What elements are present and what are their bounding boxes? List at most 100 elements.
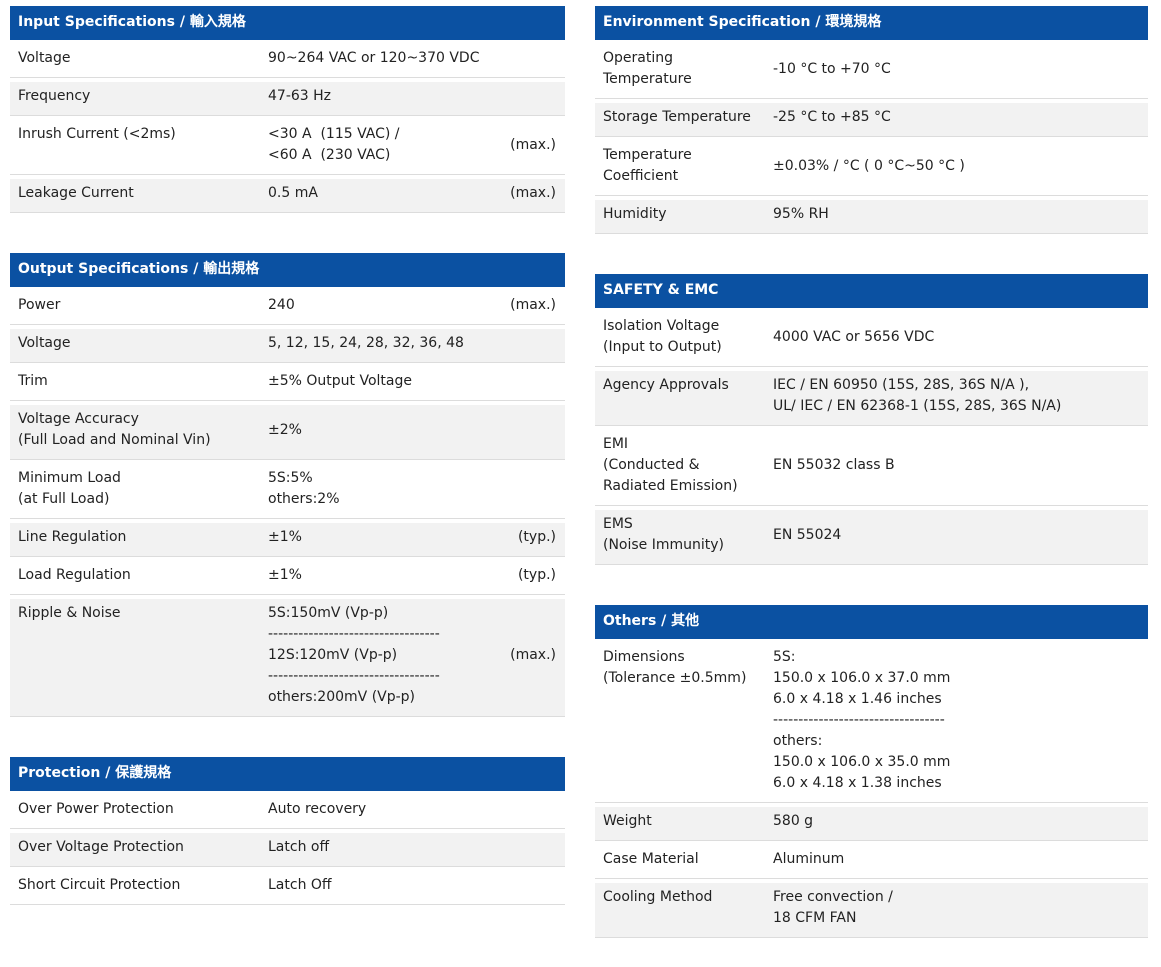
table-row: Voltage5, 12, 15, 24, 28, 32, 36, 48 xyxy=(10,325,565,363)
row-label: Leakage Current xyxy=(10,183,268,204)
table-row: Weight 580 g xyxy=(595,803,1148,841)
row-value: -10 °C to +70 °C xyxy=(773,59,1148,80)
row-value: Free convection /18 CFM FAN xyxy=(773,887,1148,929)
row-label: EMI(Conducted &Radiated Emission) xyxy=(595,434,773,497)
value-line: 580 g xyxy=(773,811,1148,832)
label-line: Case Material xyxy=(603,849,763,870)
value-line: 150.0 x 106.0 x 35.0 mm xyxy=(773,752,1148,773)
value-line: ±1% xyxy=(268,527,505,548)
row-value: Auto recovery xyxy=(268,799,565,820)
table-row: Case Material Aluminum xyxy=(595,841,1148,879)
row-label: Frequency xyxy=(10,86,268,107)
row-label: Ripple & Noise xyxy=(10,603,268,624)
label-line: Temperature xyxy=(603,145,763,166)
separator-dashes: ---------------------------------- xyxy=(268,666,500,687)
table-row: Dimensions(Tolerance ±0.5mm)5S:150.0 x 1… xyxy=(595,639,1148,803)
label-line: EMI xyxy=(603,434,763,455)
table-row: Short Circuit ProtectionLatch Off xyxy=(10,867,565,905)
value-line: 5S:150mV (Vp-p) xyxy=(268,603,500,624)
value-line: IEC / EN 60950 (15S, 28S, 36S N/A ), xyxy=(773,375,1148,396)
spec-sheet-page: Input Specifications / 輸入規格 Voltage 90~264… xyxy=(0,0,1161,967)
separator-dashes: ---------------------------------- xyxy=(773,710,1148,731)
table-row: Trim±5% Output Voltage xyxy=(10,363,565,401)
table-title: Input Specifications / 輸入規格 xyxy=(18,14,246,30)
value-line: 6.0 x 4.18 x 1.38 inches xyxy=(773,773,1148,794)
row-label: Over Power Protection xyxy=(10,799,268,820)
row-label: Minimum Load(at Full Load) xyxy=(10,468,268,510)
column-left: Input Specifications / 輸入規格 Voltage 90~264… xyxy=(10,6,565,905)
row-label: TemperatureCoefficient xyxy=(595,145,773,187)
row-note: (max.) xyxy=(500,295,565,316)
value-line: others:200mV (Vp-p) xyxy=(268,687,500,708)
row-label: Load Regulation xyxy=(10,565,268,586)
label-line: Minimum Load xyxy=(18,468,258,489)
table-header: Environment Specification / 環境規格 xyxy=(595,6,1148,40)
value-line: <30 A (115 VAC) / xyxy=(268,124,500,145)
label-line: Over Power Protection xyxy=(18,799,258,820)
value-line: 12S:120mV (Vp-p) xyxy=(268,645,500,666)
label-line: Leakage Current xyxy=(18,183,258,204)
label-line: Radiated Emission) xyxy=(603,476,763,497)
row-label: Trim xyxy=(10,371,268,392)
spec-table-protection: Protection / 保護規格Over Power ProtectionAu… xyxy=(10,757,565,905)
table-row: Humidity 95% RH xyxy=(595,196,1148,234)
label-line: Frequency xyxy=(18,86,258,107)
label-line: Over Voltage Protection xyxy=(18,837,258,858)
label-line: Humidity xyxy=(603,204,763,225)
table-title: Environment Specification / 環境規格 xyxy=(603,14,881,30)
value-line: 18 CFM FAN xyxy=(773,908,1148,929)
value-line: 5S:5% xyxy=(268,468,565,489)
value-line: <60 A (230 VAC) xyxy=(268,145,500,166)
row-label: Weight xyxy=(595,811,773,832)
label-line: Weight xyxy=(603,811,763,832)
table-row: Agency Approvals IEC / EN 60950 (15S, 28S… xyxy=(595,367,1148,426)
label-line: Load Regulation xyxy=(18,565,258,586)
value-line: EN 55032 class B xyxy=(773,455,1148,476)
separator-dashes: ---------------------------------- xyxy=(268,624,500,645)
table-title: SAFETY & EMC xyxy=(603,282,718,298)
value-line: 95% RH xyxy=(773,204,1148,225)
table-row: Voltage 90~264 VAC or 120~370 VDC xyxy=(10,40,565,78)
row-label: Voltage xyxy=(10,48,268,69)
label-line: Agency Approvals xyxy=(603,375,763,396)
value-line: Free convection / xyxy=(773,887,1148,908)
spec-table-safety-emc: SAFETY & EMCIsolation Voltage(Input to O… xyxy=(595,274,1148,565)
table-row: TemperatureCoefficient±0.03% / °C ( 0 °C… xyxy=(595,137,1148,196)
row-label: Voltage Accuracy(Full Load and Nominal V… xyxy=(10,409,268,451)
row-value: Aluminum xyxy=(773,849,1148,870)
row-label: Storage Temperature xyxy=(595,107,773,128)
table-header: Others / 其他 xyxy=(595,605,1148,639)
row-value: 4000 VAC or 5656 VDC xyxy=(773,327,1148,348)
row-label: Short Circuit Protection xyxy=(10,875,268,896)
value-line: UL/ IEC / EN 62368-1 (15S, 28S, 36S N/A) xyxy=(773,396,1148,417)
value-line: 5, 12, 15, 24, 28, 32, 36, 48 xyxy=(268,333,565,354)
row-value: <30 A (115 VAC) /<60 A (230 VAC) xyxy=(268,124,500,166)
table-row: Over Voltage Protection Latch off xyxy=(10,829,565,867)
label-line: Ripple & Noise xyxy=(18,603,258,624)
table-row: Line Regulation±1%(typ.) xyxy=(10,519,565,557)
row-value: 580 g xyxy=(773,811,1148,832)
row-label: Cooling Method xyxy=(595,887,773,908)
value-line: -10 °C to +70 °C xyxy=(773,59,1148,80)
label-line: Dimensions xyxy=(603,647,763,668)
value-line: Latch off xyxy=(268,837,565,858)
label-line: Trim xyxy=(18,371,258,392)
label-line: (Input to Output) xyxy=(603,337,763,358)
value-line: 0.5 mA xyxy=(268,183,500,204)
label-line: (at Full Load) xyxy=(18,489,258,510)
value-line: 47-63 Hz xyxy=(268,86,565,107)
table-row: EMS(Noise Immunity)EN 55024 xyxy=(595,506,1148,565)
table-row: Voltage Accuracy(Full Load and Nominal V… xyxy=(10,401,565,460)
row-value: IEC / EN 60950 (15S, 28S, 36S N/A ),UL/ … xyxy=(773,375,1148,417)
row-value: 90~264 VAC or 120~370 VDC xyxy=(268,48,565,69)
row-label: Humidity xyxy=(595,204,773,225)
label-line: Voltage xyxy=(18,48,258,69)
label-line: Line Regulation xyxy=(18,527,258,548)
row-value: ±1% xyxy=(268,565,505,586)
label-line: (Conducted & xyxy=(603,455,763,476)
row-value: EN 55032 class B xyxy=(773,455,1148,476)
row-note: (max.) xyxy=(500,135,565,156)
label-line: (Full Load and Nominal Vin) xyxy=(18,430,258,451)
row-label: OperatingTemperature xyxy=(595,48,773,90)
row-value: ±2% xyxy=(268,420,565,441)
